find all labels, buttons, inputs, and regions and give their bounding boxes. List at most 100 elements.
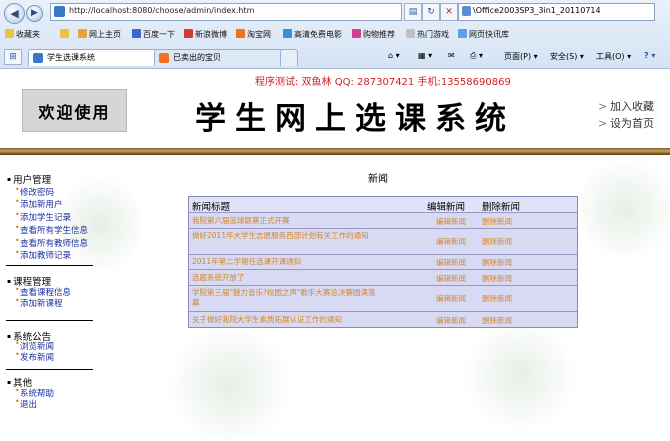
table-header: 新闻标题 编辑新闻 删除新闻 — [189, 197, 577, 213]
sidebar-item-logout[interactable]: 退出 — [15, 397, 37, 410]
delete-news-link[interactable]: 删除新闻 — [482, 216, 512, 227]
table-row: 2011年第二学期任选课开课通知 编辑新闻 删除新闻 — [189, 255, 577, 270]
sidebar-item-view-teachers[interactable]: 查看所有教师信息 — [15, 236, 88, 249]
fav-label: 淘宝网 — [247, 30, 271, 39]
add-favorite-icon[interactable] — [60, 29, 71, 39]
fav-link-5[interactable]: 购物推荐 — [352, 29, 395, 40]
stop-icon[interactable]: ✕ — [440, 3, 458, 21]
edit-news-link[interactable]: 编辑新闻 — [436, 293, 466, 304]
decor-flower — [460, 320, 580, 430]
back-button[interactable]: ◀ — [4, 3, 25, 24]
search-box[interactable]: \Office2003SP3_3in1_20110714 — [458, 3, 655, 21]
news-title-link[interactable]: 2011年第二学期任选课开课通知 — [192, 257, 382, 267]
table-row: 学院第三届"魅力音乐?校园之声"歌手大赛总决赛圆满落幕 编辑新闻 删除新闻 — [189, 286, 577, 312]
mail-icon[interactable]: ✉ — [448, 51, 455, 60]
edit-news-link[interactable]: 编辑新闻 — [436, 315, 466, 326]
page-menu[interactable]: 页面(P) ▾ — [504, 51, 538, 62]
page-icon — [159, 53, 169, 63]
star-icon — [5, 29, 14, 38]
forward-button[interactable]: ▶ — [26, 5, 43, 22]
home-icon[interactable]: ⌂ ▾ — [388, 51, 400, 60]
fav-label: 新浪微博 — [195, 30, 227, 39]
tab-label: 学生选课系统 — [47, 53, 95, 62]
edit-news-link[interactable]: 编辑新闻 — [436, 216, 466, 227]
link-icon — [458, 29, 467, 38]
sidebar-item-add-user[interactable]: 添加新用户 — [15, 197, 62, 210]
fav-link-2[interactable]: 新浪微博 — [184, 29, 227, 40]
browser-chrome: ◀ ▶ http://localhost:8080/choose/admin/i… — [0, 0, 670, 69]
news-title-link[interactable]: 我院第六届篮球联赛正式开赛 — [192, 216, 382, 226]
star-add-icon — [60, 29, 69, 38]
fav-label: 百度一下 — [143, 30, 175, 39]
link-icon — [184, 29, 193, 38]
delete-news-link[interactable]: 删除新闻 — [482, 315, 512, 326]
banner-divider — [0, 148, 670, 155]
col-title: 新闻标题 — [192, 202, 231, 213]
sidebar-item-view-students[interactable]: 查看所有学生信息 — [15, 223, 88, 236]
news-title-link[interactable]: 学院第三届"魅力音乐?校园之声"歌手大赛总决赛圆满落幕 — [192, 288, 382, 308]
add-favorite-label: 加入收藏 — [610, 100, 654, 113]
search-text: \Office2003SP3_3in1_20110714 — [473, 6, 601, 15]
fav-label: 购物推荐 — [363, 30, 395, 39]
quick-tabs-icon[interactable]: ⊞ — [4, 49, 22, 65]
favorites-button[interactable]: 收藏夹 — [5, 29, 40, 40]
tab-1[interactable]: 已卖出的宝贝 — [154, 49, 296, 66]
table-row: 做好2011年大学生志愿服务西部计划有关工作的通知 编辑新闻 删除新闻 — [189, 229, 577, 255]
add-favorite-link[interactable]: > 加入收藏 — [598, 98, 654, 114]
news-title-link[interactable]: 关于做好我院大学生素质拓展认证工作的通知 — [192, 315, 432, 325]
favorites-bar: 收藏夹 网上主页 百度一下 新浪微博 淘宝网 高清免费电影 购物推荐 热门游戏 … — [0, 24, 670, 45]
news-title-link[interactable]: 选题系统开放了 — [192, 273, 382, 283]
delete-news-link[interactable]: 删除新闻 — [482, 273, 512, 284]
fav-link-0[interactable]: 网上主页 — [78, 29, 121, 40]
compat-view-icon[interactable]: ▤ — [404, 3, 422, 21]
page-icon — [33, 53, 43, 63]
link-icon — [406, 29, 415, 38]
sidebar-item-add-student[interactable]: 添加学生记录 — [15, 210, 71, 223]
sidebar-item-change-password[interactable]: 修改密码 — [15, 185, 54, 198]
fav-link-3[interactable]: 淘宝网 — [236, 29, 271, 40]
set-homepage-label: 设为首页 — [610, 117, 654, 130]
search-provider-icon — [462, 6, 471, 16]
safety-menu[interactable]: 安全(S) ▾ — [550, 51, 584, 62]
tab-0[interactable]: 学生选课系统 — [28, 49, 170, 66]
welcome-text: 欢迎使用 — [38, 103, 111, 122]
fav-link-1[interactable]: 百度一下 — [132, 29, 175, 40]
news-title-link[interactable]: 做好2011年大学生志愿服务西部计划有关工作的通知 — [192, 231, 382, 241]
sidebar-divider — [6, 265, 93, 266]
sidebar-section-user[interactable]: 用户管理 — [7, 172, 51, 186]
col-edit: 编辑新闻 — [427, 202, 466, 213]
delete-news-link[interactable]: 删除新闻 — [482, 236, 512, 247]
sidebar-item-add-teacher[interactable]: 添加教师记录 — [15, 248, 71, 261]
col-delete: 删除新闻 — [482, 202, 521, 213]
fav-link-7[interactable]: 网页快讯库 — [458, 29, 509, 40]
fav-link-6[interactable]: 热门游戏 — [406, 29, 449, 40]
delete-news-link[interactable]: 删除新闻 — [482, 257, 512, 268]
edit-news-link[interactable]: 编辑新闻 — [436, 257, 466, 268]
sidebar-divider — [6, 320, 93, 321]
tools-menu[interactable]: 工具(O) ▾ — [596, 51, 631, 62]
welcome-banner: 欢迎使用 — [22, 89, 127, 132]
content-title: 新闻 — [368, 174, 388, 185]
fav-label: 网页快讯库 — [469, 30, 509, 39]
new-tab-button[interactable] — [280, 49, 298, 66]
link-icon — [352, 29, 361, 38]
tab-label: 已卖出的宝贝 — [173, 53, 221, 62]
link-icon — [283, 29, 292, 38]
fav-label: 网上主页 — [89, 30, 121, 39]
sidebar-item-add-course[interactable]: 添加新课程 — [15, 296, 62, 309]
safety-menu-label: 安全(S) — [550, 52, 578, 61]
page-menu-label: 页面(P) — [504, 52, 532, 61]
edit-news-link[interactable]: 编辑新闻 — [436, 236, 466, 247]
edit-news-link[interactable]: 编辑新闻 — [436, 273, 466, 284]
help-icon[interactable]: ? ▾ — [644, 51, 655, 60]
sidebar-item-publish-news[interactable]: 发布新闻 — [15, 350, 54, 363]
address-bar[interactable]: http://localhost:8080/choose/admin/index… — [50, 3, 402, 21]
news-table: 新闻标题 编辑新闻 删除新闻 我院第六届篮球联赛正式开赛 编辑新闻 删除新闻 做… — [188, 196, 578, 328]
fav-link-4[interactable]: 高清免费电影 — [283, 29, 342, 40]
feeds-icon[interactable]: ▦ ▾ — [418, 51, 432, 60]
refresh-icon[interactable]: ↻ — [422, 3, 440, 21]
delete-news-link[interactable]: 删除新闻 — [482, 293, 512, 304]
arrow-icon: > — [598, 100, 608, 113]
set-homepage-link[interactable]: > 设为首页 — [598, 115, 654, 131]
print-icon[interactable]: ⎙ ▾ — [470, 51, 483, 61]
